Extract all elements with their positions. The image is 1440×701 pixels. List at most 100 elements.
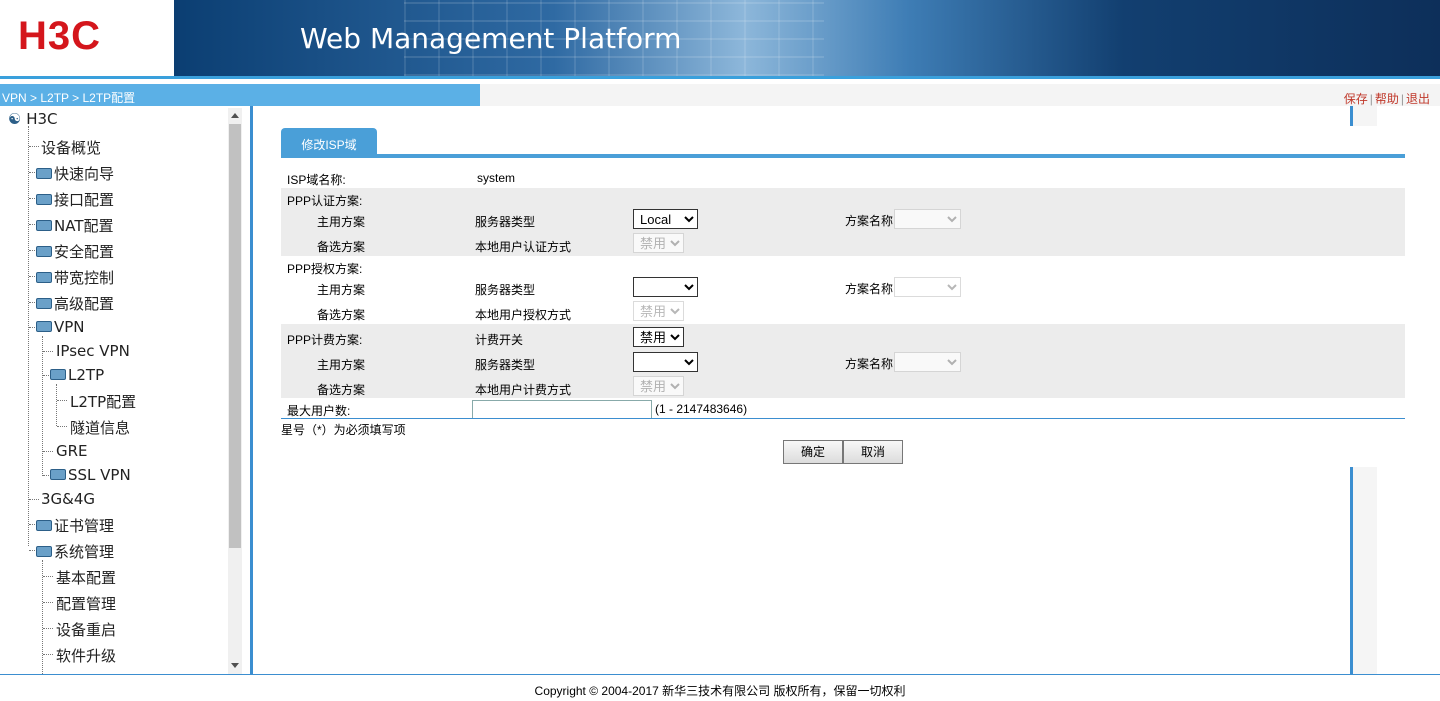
logout-link[interactable]: 退出	[1406, 92, 1430, 106]
ppp-acct-label: PPP计费方案:	[287, 333, 363, 347]
header-divider	[0, 76, 1440, 79]
authz-server-type-label: 服务器类型	[475, 283, 536, 297]
sidebar-item-gre[interactable]: GRE	[56, 442, 88, 460]
top-links: 保存 | 帮助 | 退出	[1343, 92, 1430, 106]
sidebar-scrollbar[interactable]	[228, 108, 242, 674]
banner: Web Management Platform	[174, 0, 1440, 76]
sidebar-item-basic-config[interactable]: 基本配置	[56, 567, 116, 588]
tree-branch	[43, 654, 53, 655]
sidebar-item-interface[interactable]: 接口配置	[36, 189, 114, 210]
local-acct-mode-label: 本地用户计费方式	[475, 383, 572, 397]
sidebar-item-software-upgrade[interactable]: 软件升级	[56, 645, 116, 666]
tree-branch	[43, 628, 53, 629]
footer-copyright: Copyright © 2004-2017 新华三技术有限公司 版权所有，保留一…	[534, 684, 906, 698]
sidebar-item-label: NAT配置	[54, 217, 114, 235]
acct-scheme-name-select[interactable]	[894, 352, 961, 372]
folder-icon	[36, 168, 52, 179]
folder-icon	[36, 520, 52, 531]
users-icon: ☯	[8, 110, 22, 128]
authz-scheme-name-select[interactable]	[894, 277, 961, 297]
sidebar-item-label: 接口配置	[54, 191, 115, 209]
help-link[interactable]: 帮助	[1375, 92, 1399, 106]
max-users-input[interactable]	[472, 400, 652, 419]
sidebar-item-label: GRE	[56, 442, 88, 460]
tree-line	[56, 384, 57, 426]
right-frame-border	[1350, 467, 1353, 674]
acct-server-type-select[interactable]	[633, 352, 698, 372]
sidebar-item-quick-wizard[interactable]: 快速向导	[36, 163, 114, 184]
logo-text: H3C	[18, 14, 102, 58]
h3c-logo: H3C	[0, 0, 174, 78]
sidebar-item-label: 带宽控制	[54, 269, 115, 287]
acct-switch-label: 计费开关	[475, 333, 524, 347]
sidebar-item-ipsec-vpn[interactable]: IPsec VPN	[56, 342, 130, 360]
sidebar-item-label: VPN	[54, 318, 85, 336]
sidebar-item-l2tp-config[interactable]: L2TP配置	[70, 391, 136, 412]
sidebar-item-label: 配置管理	[56, 595, 117, 613]
folder-icon	[36, 220, 52, 231]
sidebar-item-label: SSL VPN	[68, 466, 131, 484]
sidebar-item-system[interactable]: 系统管理	[36, 541, 114, 562]
sidebar-item-certificate[interactable]: 证书管理	[36, 515, 114, 536]
sidebar-item-label: 设备概览	[41, 139, 102, 157]
breadcrumb-bar-fill	[480, 84, 1440, 106]
acct-scheme-name-label: 方案名称	[845, 357, 894, 371]
sidebar-item-label: 软件升级	[56, 647, 117, 665]
scroll-down-arrow-icon[interactable]	[231, 663, 239, 668]
sidebar-item-config-management[interactable]: 配置管理	[56, 593, 116, 614]
auth-server-type-label: 服务器类型	[475, 215, 536, 229]
max-users-label: 最大用户数:	[287, 404, 351, 418]
acct-server-type-label: 服务器类型	[475, 358, 536, 372]
tab-modify-isp-domain[interactable]: 修改ISP域	[281, 128, 377, 156]
tree-branch	[43, 351, 53, 352]
sidebar-item-reboot[interactable]: 设备重启	[56, 619, 116, 640]
sidebar-item-vpn[interactable]: VPN	[36, 318, 85, 336]
folder-icon	[36, 194, 52, 205]
sidebar-item-security[interactable]: 安全配置	[36, 241, 114, 262]
tree-branch	[29, 146, 39, 147]
local-authz-mode-select[interactable]: 禁用	[633, 301, 684, 321]
auth-backup-label: 备选方案	[317, 240, 366, 254]
breadcrumb: VPN > L2TP > L2TP配置	[0, 84, 480, 106]
authz-primary-label: 主用方案	[317, 283, 366, 297]
sidebar-item-overview[interactable]: 设备概览	[41, 137, 101, 158]
local-auth-mode-label: 本地用户认证方式	[475, 240, 572, 254]
authz-server-type-select[interactable]	[633, 277, 698, 297]
tree-root[interactable]: ☯ H3C	[8, 110, 58, 128]
authz-scheme-name-label: 方案名称	[845, 282, 894, 296]
sidebar-item-label: 系统管理	[54, 543, 115, 561]
auth-server-type-select[interactable]: Local	[633, 209, 698, 229]
ok-button[interactable]: 确定	[783, 440, 843, 464]
scrollbar-thumb[interactable]	[229, 124, 241, 548]
header: H3C Web Management Platform	[0, 0, 1440, 78]
isp-name-row: ISP域名称: system	[281, 166, 1405, 188]
cancel-button[interactable]: 取消	[843, 440, 903, 464]
local-authz-mode-label: 本地用户授权方式	[475, 308, 572, 322]
sidebar-item-label: L2TP配置	[70, 393, 137, 411]
folder-icon	[36, 246, 52, 257]
sidebar-item-nat[interactable]: NAT配置	[36, 215, 113, 236]
tree-branch	[57, 426, 67, 427]
right-frame-border	[1350, 106, 1353, 126]
sidebar-item-bandwidth[interactable]: 带宽控制	[36, 267, 114, 288]
sidebar-item-label: 隧道信息	[70, 419, 131, 437]
tree-root-label: H3C	[26, 110, 58, 128]
sidebar-item-advanced[interactable]: 高级配置	[36, 293, 114, 314]
acct-primary-label: 主用方案	[317, 358, 366, 372]
save-link[interactable]: 保存	[1344, 92, 1368, 106]
local-auth-mode-select[interactable]: 禁用	[633, 233, 684, 253]
acct-switch-select[interactable]: 禁用	[633, 327, 684, 347]
sidebar-item-ssl-vpn[interactable]: SSL VPN	[50, 466, 131, 484]
sidebar-item-3g4g[interactable]: 3G&4G	[41, 490, 95, 508]
scroll-up-arrow-icon[interactable]	[231, 113, 239, 118]
folder-icon	[50, 469, 66, 480]
tree-branch	[57, 400, 67, 401]
sidebar-item-tunnel-info[interactable]: 隧道信息	[70, 417, 130, 438]
auth-scheme-name-select[interactable]	[894, 209, 961, 229]
isp-name-value: system	[477, 171, 516, 185]
authz-backup-label: 备选方案	[317, 308, 366, 322]
local-acct-mode-select[interactable]: 禁用	[633, 376, 684, 396]
form-bottom-border	[281, 418, 1405, 419]
acct-backup-label: 备选方案	[317, 383, 366, 397]
sidebar-item-l2tp[interactable]: L2TP	[50, 366, 104, 384]
